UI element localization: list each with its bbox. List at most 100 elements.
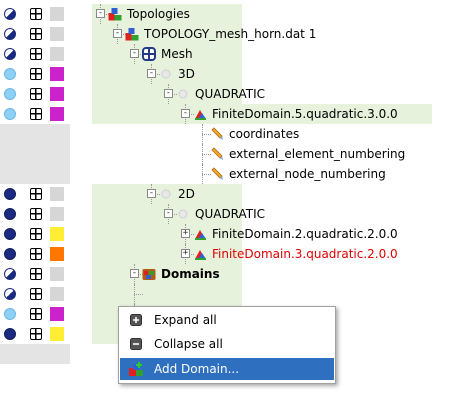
tree-item-label: FiniteDomain.2.quadratic.2.0.0 bbox=[212, 227, 398, 241]
tree-row[interactable] bbox=[0, 284, 473, 304]
collapse-toggle-icon[interactable]: - bbox=[147, 69, 156, 78]
order-icon bbox=[178, 89, 188, 99]
collapse-toggle-icon[interactable]: - bbox=[147, 189, 156, 198]
visibility-light-icon[interactable] bbox=[4, 88, 16, 100]
expand-toggle-icon[interactable]: + bbox=[181, 249, 190, 258]
mesh-toggle-icon[interactable] bbox=[30, 8, 42, 20]
tree-row[interactable]: - 3D bbox=[0, 64, 473, 84]
tree-item-label: external_node_numbering bbox=[229, 167, 386, 181]
mesh-toggle-icon[interactable] bbox=[30, 68, 42, 80]
tree-row[interactable]: - Mesh bbox=[0, 44, 473, 64]
color-swatch[interactable] bbox=[50, 67, 64, 81]
tree-row[interactable]: - TOPOLOGY_mesh_horn.dat 1 bbox=[0, 24, 473, 44]
tree-row[interactable]: - 2D bbox=[0, 184, 473, 204]
collapse-toggle-icon[interactable]: - bbox=[130, 269, 139, 278]
tree-row[interactable]: - Domains bbox=[0, 264, 473, 284]
menu-item-add-domain[interactable]: Add Domain... bbox=[120, 358, 334, 380]
row-controls bbox=[0, 24, 92, 44]
mesh-toggle-icon[interactable] bbox=[30, 108, 42, 120]
visibility-half-icon[interactable] bbox=[4, 288, 16, 300]
collapse-toggle-icon[interactable]: - bbox=[181, 109, 190, 118]
row-controls bbox=[0, 124, 92, 144]
mesh-toggle-icon[interactable] bbox=[30, 268, 42, 280]
color-swatch[interactable] bbox=[50, 227, 64, 241]
domains-icon bbox=[142, 269, 156, 280]
visibility-half-icon[interactable] bbox=[4, 268, 16, 280]
color-swatch[interactable] bbox=[50, 107, 64, 121]
mesh-toggle-icon[interactable] bbox=[30, 48, 42, 60]
color-swatch[interactable] bbox=[50, 207, 64, 221]
mesh-toggle-icon[interactable] bbox=[30, 228, 42, 240]
color-swatch[interactable] bbox=[50, 267, 64, 281]
tree-item-label: FiniteDomain.5.quadratic.3.0.0 bbox=[212, 107, 398, 121]
tree-item-label: Mesh bbox=[161, 47, 193, 61]
context-menu: Expand all Collapse all Add Domain... bbox=[118, 306, 336, 384]
visibility-on-icon[interactable] bbox=[4, 328, 16, 340]
tree-row[interactable]: - Topologies bbox=[0, 4, 473, 24]
tree-row[interactable]: external_node_numbering bbox=[0, 164, 473, 184]
visibility-on-icon[interactable] bbox=[4, 188, 16, 200]
expand-all-icon bbox=[130, 314, 142, 326]
tree-item-label: QUADRATIC bbox=[195, 87, 266, 101]
collapse-toggle-icon[interactable]: - bbox=[164, 89, 173, 98]
row-controls bbox=[0, 284, 92, 304]
tree-item-label: external_element_numbering bbox=[229, 147, 406, 161]
color-swatch[interactable] bbox=[50, 87, 64, 101]
collapse-toggle-icon[interactable]: - bbox=[96, 9, 105, 18]
tree-row[interactable]: external_element_numbering bbox=[0, 144, 473, 164]
dimension-icon bbox=[161, 69, 171, 79]
expand-toggle-icon[interactable]: + bbox=[181, 229, 190, 238]
tree-row[interactable]: - QUADRATIC bbox=[0, 84, 473, 104]
color-swatch[interactable] bbox=[50, 7, 64, 21]
visibility-half-icon[interactable] bbox=[4, 28, 16, 40]
tree-row[interactable]: + FiniteDomain.3.quadratic.2.0.0 bbox=[0, 244, 473, 264]
tree-row[interactable]: - FiniteDomain.5.quadratic.3.0.0 bbox=[0, 104, 473, 124]
control-background bbox=[0, 344, 70, 364]
visibility-light-icon[interactable] bbox=[4, 68, 16, 80]
row-controls bbox=[0, 44, 92, 64]
visibility-half-icon[interactable] bbox=[4, 8, 16, 20]
visibility-on-icon[interactable] bbox=[4, 248, 16, 260]
collapse-all-icon bbox=[130, 338, 142, 350]
color-swatch[interactable] bbox=[50, 247, 64, 261]
tree-row[interactable]: - QUADRATIC bbox=[0, 204, 473, 224]
finite-domain-icon bbox=[195, 230, 206, 240]
mesh-toggle-icon[interactable] bbox=[30, 188, 42, 200]
finite-domain-icon bbox=[195, 250, 206, 260]
collapse-toggle-icon[interactable]: - bbox=[113, 29, 122, 38]
mesh-toggle-icon[interactable] bbox=[30, 88, 42, 100]
menu-item-label: Collapse all bbox=[154, 337, 223, 351]
menu-item-collapse-all[interactable]: Collapse all bbox=[120, 333, 334, 355]
color-swatch[interactable] bbox=[50, 47, 64, 61]
mesh-toggle-icon[interactable] bbox=[30, 328, 42, 340]
mesh-icon bbox=[142, 47, 156, 61]
menu-item-expand-all[interactable]: Expand all bbox=[120, 309, 334, 331]
color-swatch[interactable] bbox=[50, 27, 64, 41]
tree-row[interactable]: + FiniteDomain.2.quadratic.2.0.0 bbox=[0, 224, 473, 244]
color-swatch[interactable] bbox=[50, 187, 64, 201]
row-controls bbox=[0, 84, 92, 104]
color-swatch[interactable] bbox=[50, 307, 64, 321]
visibility-light-icon[interactable] bbox=[4, 308, 16, 320]
collapse-toggle-icon[interactable]: - bbox=[164, 209, 173, 218]
mesh-toggle-icon[interactable] bbox=[30, 208, 42, 220]
visibility-half-icon[interactable] bbox=[4, 48, 16, 60]
tree-row[interactable]: coordinates bbox=[0, 124, 473, 144]
row-controls bbox=[0, 184, 92, 204]
visibility-on-icon[interactable] bbox=[4, 208, 16, 220]
tree-item-label: FiniteDomain.3.quadratic.2.0.0 bbox=[212, 247, 398, 261]
visibility-on-icon[interactable] bbox=[4, 228, 16, 240]
topology-icon bbox=[125, 28, 139, 41]
finite-domain-icon bbox=[195, 110, 206, 120]
mesh-toggle-icon[interactable] bbox=[30, 28, 42, 40]
row-controls bbox=[0, 224, 92, 244]
mesh-toggle-icon[interactable] bbox=[30, 288, 42, 300]
color-swatch[interactable] bbox=[50, 287, 64, 301]
menu-item-label: Expand all bbox=[154, 313, 217, 327]
color-swatch[interactable] bbox=[50, 327, 64, 341]
mesh-toggle-icon[interactable] bbox=[30, 248, 42, 260]
visibility-light-icon[interactable] bbox=[4, 108, 16, 120]
mesh-toggle-icon[interactable] bbox=[30, 308, 42, 320]
row-controls bbox=[0, 244, 92, 264]
collapse-toggle-icon[interactable]: - bbox=[130, 49, 139, 58]
